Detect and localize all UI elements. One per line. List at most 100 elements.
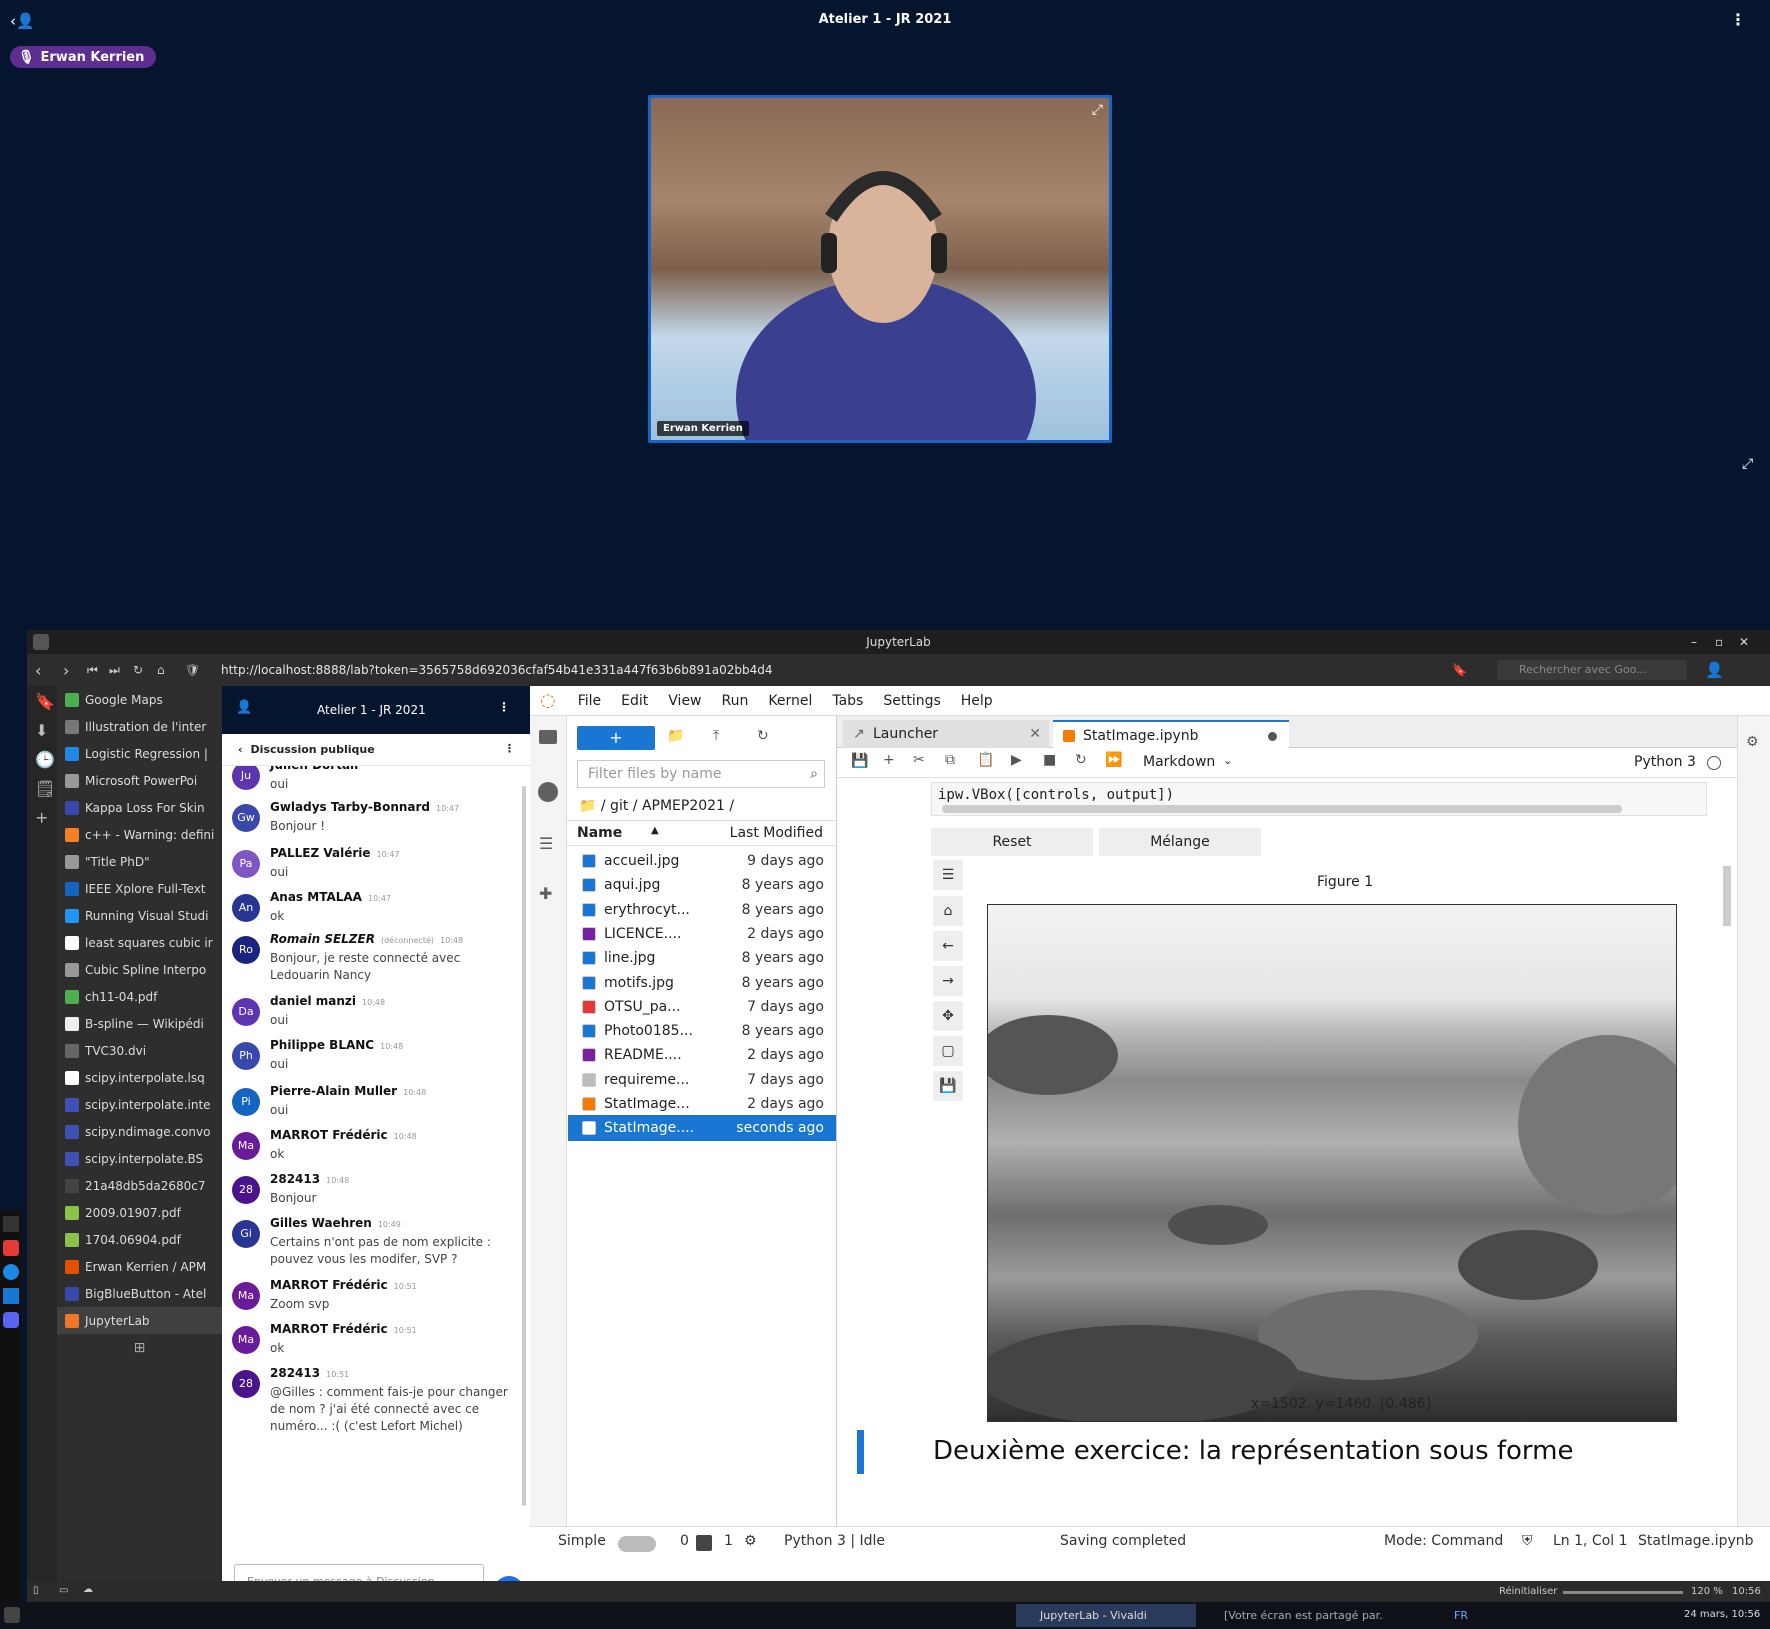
run-icon[interactable]: ▶ bbox=[1011, 752, 1022, 768]
sync-icon[interactable]: ☁ bbox=[83, 1584, 93, 1595]
paste-icon[interactable]: 📋 bbox=[977, 752, 994, 768]
menu-item-run[interactable]: Run bbox=[722, 693, 749, 709]
new-folder-icon[interactable]: 📁 bbox=[667, 728, 684, 744]
menu-item-view[interactable]: View bbox=[668, 693, 701, 709]
downloads-icon[interactable]: ⬇ bbox=[35, 721, 49, 740]
panel-tab-item[interactable]: 1704.06904.pdf bbox=[57, 1226, 222, 1253]
extension-manager-icon[interactable]: ✚ bbox=[539, 884, 552, 903]
panel-tab-item[interactable]: B-spline — Wikipédi bbox=[57, 1010, 222, 1037]
panel-toggle-icon[interactable]: ▯ bbox=[33, 1585, 39, 1596]
restart-icon[interactable]: ↻ bbox=[1075, 752, 1087, 768]
file-row[interactable]: erythrocyt... 8 years ago bbox=[568, 897, 836, 923]
chat-title-bar[interactable]: ‹ Discussion publique ⋮ bbox=[222, 734, 530, 766]
file-row[interactable]: accueil.jpg 9 days ago bbox=[568, 848, 836, 874]
panel-tab-item[interactable]: Microsoft PowerPoi bbox=[57, 767, 222, 794]
file-row[interactable]: line.jpg 8 years ago bbox=[568, 945, 836, 971]
upload-icon[interactable]: ⤒ bbox=[713, 728, 719, 744]
panel-tab-item[interactable]: scipy.interpolate.lsq bbox=[57, 1064, 222, 1091]
maximize-icon[interactable]: ▫ bbox=[1715, 630, 1723, 654]
history-icon[interactable]: 🕒 bbox=[35, 750, 55, 769]
insert-cell-icon[interactable]: + bbox=[883, 752, 895, 768]
reload-icon[interactable]: ↻ bbox=[133, 663, 143, 677]
user-list-icon[interactable]: 👤 bbox=[236, 700, 252, 715]
menu-item-edit[interactable]: Edit bbox=[621, 693, 648, 709]
filter-files-input[interactable]: Filter files by name ⌕ bbox=[577, 760, 825, 788]
figure-forward-icon[interactable]: → bbox=[933, 966, 963, 996]
panel-tab-item[interactable]: IEEE Xplore Full-Text bbox=[57, 875, 222, 902]
profile-icon[interactable]: 👤 bbox=[1705, 661, 1724, 679]
panel-tab-item[interactable]: TVC30.dvi bbox=[57, 1037, 222, 1064]
chat-options-icon[interactable]: ⋮ bbox=[498, 700, 510, 714]
rewind-icon[interactable]: ⏮ bbox=[87, 663, 98, 678]
close-tab-icon[interactable]: ✕ bbox=[1029, 720, 1041, 748]
panel-tab-item[interactable]: scipy.interpolate.inte bbox=[57, 1091, 222, 1118]
cut-icon[interactable]: ✂ bbox=[913, 752, 925, 768]
home-icon[interactable]: ⌂ bbox=[157, 663, 165, 677]
panel-tab-item[interactable]: Running Visual Studi bbox=[57, 902, 222, 929]
menu-item-kernel[interactable]: Kernel bbox=[768, 693, 812, 709]
figure-back-icon[interactable]: ← bbox=[933, 931, 963, 961]
kernel-status[interactable]: Python 3 | Idle bbox=[784, 1533, 885, 1549]
thunderbird-app-icon[interactable] bbox=[3, 1264, 19, 1280]
figure-canvas[interactable] bbox=[987, 904, 1677, 1422]
panel-tab-item[interactable]: Illustration de l'inter bbox=[57, 713, 222, 740]
mode-status[interactable]: Mode: Command bbox=[1384, 1533, 1503, 1549]
chat-scrollbar[interactable] bbox=[522, 786, 526, 1506]
panel-tab-item[interactable]: Cubic Spline Interpo bbox=[57, 956, 222, 983]
column-last-modified[interactable]: Last Modified bbox=[730, 825, 823, 841]
zoom-slider[interactable] bbox=[1563, 1591, 1683, 1594]
panel-tab-item[interactable]: Google Maps bbox=[57, 686, 222, 713]
panel-tab-item[interactable]: Erwan Kerrien / APM bbox=[57, 1253, 222, 1280]
panel-tab-item[interactable]: c++ - Warning: defini bbox=[57, 821, 222, 848]
new-launcher-button[interactable]: + bbox=[577, 726, 655, 750]
meeting-options-icon[interactable]: ⋮ bbox=[1730, 10, 1746, 29]
presenter-badge[interactable]: 🎙 Erwan Kerrien bbox=[10, 46, 157, 68]
cursor-position[interactable]: Ln 1, Col 1 bbox=[1553, 1533, 1628, 1549]
panel-tab-item[interactable]: scipy.ndimage.convo bbox=[57, 1118, 222, 1145]
file-row[interactable]: StatImage... 2 days ago bbox=[568, 1091, 836, 1117]
running-sessions-icon[interactable] bbox=[538, 782, 558, 802]
bookmark-icon[interactable]: 🔖 bbox=[1452, 663, 1467, 677]
bookmarks-icon[interactable]: 🔖 bbox=[35, 692, 55, 711]
taskbar-item-share[interactable]: [Votre écran est partagé par... bbox=[1204, 1604, 1384, 1627]
property-inspector-icon[interactable]: ⚙ bbox=[1746, 734, 1759, 750]
panel-tab-item[interactable]: scipy.interpolate.BS bbox=[57, 1145, 222, 1172]
file-row[interactable]: aqui.jpg 8 years ago bbox=[568, 872, 836, 898]
panel-tab-item[interactable]: Logistic Regression | bbox=[57, 740, 222, 767]
notebook-scrollbar[interactable] bbox=[1723, 866, 1731, 926]
panel-tab-item[interactable]: JupyterLab bbox=[57, 1307, 222, 1334]
file-row[interactable]: README.... 2 days ago bbox=[568, 1042, 836, 1068]
breadcrumb[interactable]: 📁 / git / APMEP2021 / bbox=[579, 798, 734, 814]
file-row[interactable]: StatImage.... seconds ago bbox=[568, 1115, 836, 1142]
webcam-video[interactable]: ⤢ Erwan Kerrien bbox=[648, 95, 1112, 443]
panel-tab-item[interactable]: Kappa Loss For Skin bbox=[57, 794, 222, 821]
figure-save-icon[interactable]: 💾 bbox=[933, 1071, 963, 1101]
search-field[interactable]: Rechercher avec Goo... bbox=[1497, 660, 1687, 680]
code-cell[interactable]: ipw.VBox([controls, output]) bbox=[931, 782, 1707, 816]
cell-type-select[interactable]: Markdown bbox=[1143, 754, 1215, 770]
figure-home-icon[interactable]: ⌂ bbox=[933, 896, 963, 926]
figure-menu-icon[interactable]: ☰ bbox=[933, 860, 963, 890]
panel-tab-item[interactable]: BigBlueButton - Atel bbox=[57, 1280, 222, 1307]
file-row[interactable]: OTSU_pa... 7 days ago bbox=[568, 994, 836, 1020]
chat-menu-icon[interactable]: ⋮ bbox=[504, 742, 515, 755]
simple-mode-toggle[interactable] bbox=[618, 1536, 656, 1552]
close-window-icon[interactable]: ✕ bbox=[1739, 630, 1749, 654]
figure-pan-icon[interactable]: ✥ bbox=[933, 1001, 963, 1031]
code-scrollbar[interactable] bbox=[942, 805, 1622, 813]
fullscreen-icon[interactable]: ⤢ bbox=[1092, 102, 1103, 118]
vscode-app-icon[interactable] bbox=[3, 1288, 19, 1304]
kernel-name[interactable]: Python 3 bbox=[1634, 754, 1696, 770]
presentation-fullscreen-icon[interactable]: ⤢ bbox=[1742, 456, 1753, 472]
menu-item-file[interactable]: File bbox=[578, 693, 601, 709]
tiling-icon[interactable]: ▭ bbox=[59, 1585, 68, 1596]
add-panel-icon[interactable]: + bbox=[35, 808, 49, 827]
terminal-app-icon[interactable] bbox=[3, 1216, 19, 1232]
tab-notebook[interactable]: StatImage.ipynb bbox=[1053, 720, 1289, 748]
taskbar-item-jupyterlab[interactable]: JupyterLab - Vivaldi bbox=[1016, 1604, 1196, 1627]
back-icon[interactable]: ‹ bbox=[35, 661, 41, 680]
reset-zoom-label[interactable]: Réinitialiser bbox=[1499, 1586, 1557, 1597]
file-row[interactable]: LICENCE.... 2 days ago bbox=[568, 921, 836, 947]
forward-icon[interactable]: › bbox=[63, 661, 69, 680]
minimize-icon[interactable]: – bbox=[1691, 630, 1697, 654]
